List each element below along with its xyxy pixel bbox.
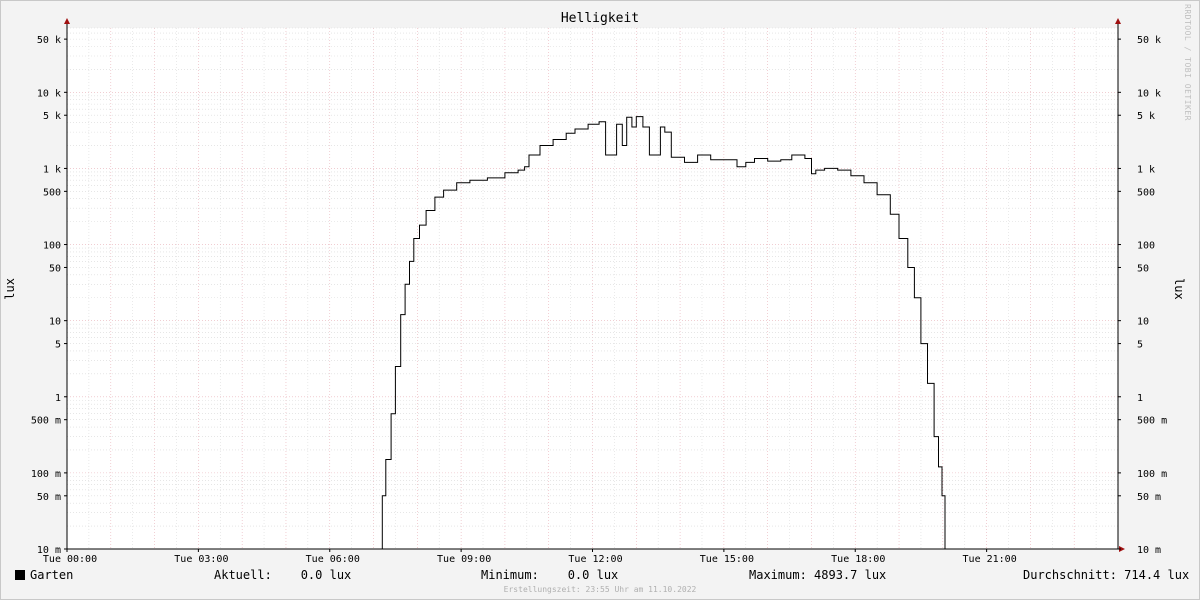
y-tick-label-right: 5 k <box>1137 111 1155 122</box>
legend-maximum: Maximum: 4893.7 lux <box>749 568 887 582</box>
y-tick-label-left: 500 m <box>31 416 61 427</box>
y-tick-label-left: 5 k <box>43 111 61 122</box>
x-tick-label: Tue 12:00 <box>568 554 622 565</box>
x-tick-label: Tue 21:00 <box>963 554 1017 565</box>
y-tick-label-right: 50 <box>1137 263 1149 274</box>
y-tick-label-left: 1 k <box>43 164 61 175</box>
y-tick-label-left: 50 k <box>37 35 61 46</box>
y-tick-label-left: 10 k <box>37 88 61 99</box>
y-tick-label-right: 10 k <box>1137 88 1161 99</box>
y-tick-label-right: 500 m <box>1137 416 1167 427</box>
legend-durchschnitt: Durchschnitt: 714.4 lux <box>1023 568 1190 582</box>
x-tick-label: Tue 06:00 <box>306 554 360 565</box>
legend-aktuell: Aktuell: 0.0 lux <box>214 568 352 582</box>
y-tick-label-left: 10 <box>49 317 61 328</box>
y-tick-label-right: 500 <box>1137 187 1155 198</box>
y-tick-label-left: 100 <box>43 241 61 252</box>
x-tick-label: Tue 15:00 <box>700 554 754 565</box>
legend-minimum: Minimum: 0.0 lux <box>481 568 619 582</box>
y-tick-label-left: 100 m <box>31 469 61 480</box>
y-tick-label-right: 10 m <box>1137 545 1161 556</box>
y-tick-label-left: 50 <box>49 263 61 274</box>
legend-series-name: Garten <box>30 568 74 582</box>
y-tick-label-left: 5 <box>55 340 61 351</box>
y-tick-label-left: 1 <box>55 393 61 404</box>
y-tick-label-right: 100 m <box>1137 469 1167 480</box>
footer-timestamp: Erstellungszeit: 23:55 Uhr am 11.10.2022 <box>503 585 697 594</box>
chart-canvas: 50 k 50 k 10 k 10 k 5 k 5 k 1 k 1 k 500 500 100 100… <box>31 18 1167 565</box>
y-tick-label-right: 1 k <box>1137 164 1155 175</box>
legend-swatch <box>15 570 25 580</box>
y-tick-label-left: 500 <box>43 187 61 198</box>
y-tick-label-right: 50 m <box>1137 492 1161 503</box>
y-tick-label-right: 10 <box>1137 317 1149 328</box>
y-tick-label-right: 5 <box>1137 340 1143 351</box>
y-axis-arrow-left <box>64 18 70 24</box>
x-tick-label: Tue 09:00 <box>437 554 491 565</box>
y-tick-label-right: 1 <box>1137 393 1143 404</box>
y-tick-label-right: 100 <box>1137 241 1155 252</box>
x-tick-label: Tue 03:00 <box>174 554 228 565</box>
x-tick-label: Tue 00:00 <box>43 554 97 565</box>
y-axis-arrow-right <box>1115 18 1121 24</box>
x-tick-label: Tue 18:00 <box>831 554 885 565</box>
y-tick-label-right: 50 k <box>1137 35 1161 46</box>
y-tick-label-left: 50 m <box>37 492 61 503</box>
